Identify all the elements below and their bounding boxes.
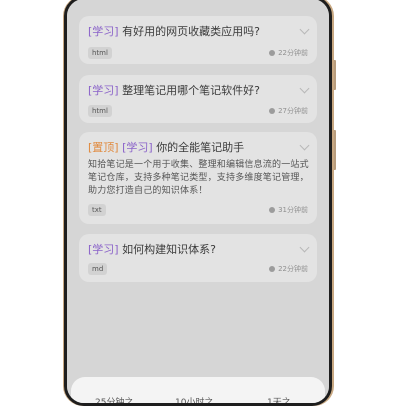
clock-icon [269, 50, 276, 56]
note-card[interactable]: [学习] 整理笔记用哪个笔记软件好? html 27分钟前 [79, 75, 317, 123]
note-format-badge: txt [88, 204, 106, 216]
note-format-badge: md [88, 263, 108, 275]
note-time: 31分钟前 [269, 205, 308, 215]
note-title: 你的全能笔记助手 [156, 141, 245, 154]
note-tag-study: [学习] [88, 243, 119, 256]
note-title-row: [置顶] [学习] 你的全能笔记助手 [88, 141, 308, 155]
note-card[interactable]: [学习] 有好用的网页收藏类应用吗? html 22分钟前 [79, 16, 317, 64]
note-tag-study: [学习] [122, 141, 153, 154]
note-description: 知拾笔记是一个用于收集、整理和编辑信息流的一站式笔记仓库，支持多种笔记类型，支持… [88, 160, 309, 196]
sheet-option[interactable]: 25分钟之 [95, 395, 133, 403]
sheet-option[interactable]: 1天之 [267, 395, 291, 403]
note-time-label: 22分钟前 [278, 49, 308, 57]
note-title-row: [学习] 如何构建知识体系? [88, 243, 308, 257]
note-title: 整理笔记用哪个笔记软件好? [122, 84, 260, 97]
note-format-badge: html [88, 105, 112, 117]
clock-icon [269, 266, 276, 272]
clock-icon [269, 207, 276, 213]
note-title: 如何构建知识体系? [122, 243, 216, 256]
note-list-screen: [学习] 有好用的网页收藏类应用吗? html 22分钟前 [学习] 整理笔记用… [67, 0, 329, 403]
note-card-pinned[interactable]: [置顶] [学习] 你的全能笔记助手 知拾笔记是一个用于收集、整理和编辑信息流的… [79, 132, 317, 224]
note-card[interactable]: [学习] 如何构建知识体系? md 22分钟前 [79, 234, 317, 282]
note-time: 22分钟前 [269, 264, 308, 274]
note-time: 22分钟前 [269, 48, 308, 58]
volume-button [333, 60, 336, 90]
sheet-option[interactable]: 10小时之 [175, 395, 213, 403]
note-title-row: [学习] 整理笔记用哪个笔记软件好? [88, 84, 308, 98]
note-time-label: 31分钟前 [278, 206, 308, 214]
power-button [333, 130, 336, 170]
phone-frame: [学习] 有好用的网页收藏类应用吗? html 22分钟前 [学习] 整理笔记用… [64, 0, 332, 406]
reminder-bottom-sheet: 25分钟之 10小时之 1天之 [71, 377, 325, 403]
note-time: 27分钟前 [269, 106, 308, 116]
note-title: 有好用的网页收藏类应用吗? [122, 25, 260, 38]
note-tag-pinned: [置顶] [88, 141, 119, 154]
note-time-label: 22分钟前 [278, 265, 308, 273]
note-format-badge: html [88, 47, 112, 59]
note-tag-study: [学习] [88, 25, 119, 38]
clock-icon [269, 108, 276, 114]
note-tag-study: [学习] [88, 84, 119, 97]
note-time-label: 27分钟前 [278, 107, 308, 115]
note-title-row: [学习] 有好用的网页收藏类应用吗? [88, 25, 308, 39]
